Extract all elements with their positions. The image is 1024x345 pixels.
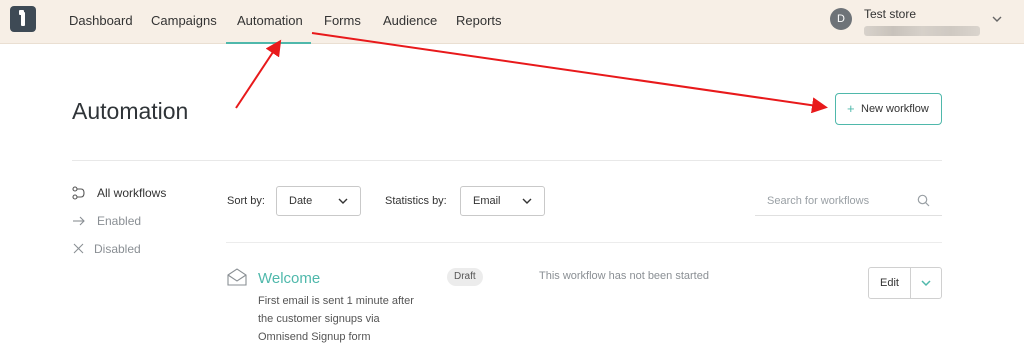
nav-reports[interactable]: Reports bbox=[456, 13, 502, 28]
sidebar-item-label: Enabled bbox=[97, 214, 142, 228]
workflow-name-link[interactable]: Welcome bbox=[258, 270, 320, 287]
sidebar-item-label: All workflows bbox=[97, 186, 167, 200]
redacted-store-url bbox=[864, 26, 980, 36]
sort-label: Sort by: bbox=[227, 195, 265, 207]
search-input[interactable] bbox=[755, 192, 905, 210]
search-icon[interactable] bbox=[917, 194, 930, 207]
sort-select[interactable]: Date bbox=[276, 186, 361, 216]
sort-value: Date bbox=[289, 195, 313, 207]
chevron-down-icon bbox=[921, 280, 931, 287]
list-divider bbox=[226, 242, 942, 243]
annotation-arrow-to-new-workflow bbox=[311, 32, 828, 114]
nav-audience[interactable]: Audience bbox=[383, 13, 437, 28]
workflow-status-text: This workflow has not been started bbox=[539, 270, 709, 282]
edit-button-group: Edit bbox=[868, 267, 942, 299]
new-workflow-label: New workflow bbox=[861, 103, 929, 115]
statistics-label: Statistics by: bbox=[385, 195, 447, 207]
edit-dropdown-toggle[interactable] bbox=[911, 268, 941, 298]
nav-dashboard[interactable]: Dashboard bbox=[69, 13, 133, 28]
workflow-icon bbox=[72, 186, 85, 200]
chevron-down-icon[interactable] bbox=[992, 14, 1002, 24]
arrow-right-icon bbox=[73, 216, 85, 226]
statistics-select[interactable]: Email bbox=[460, 186, 545, 216]
envelope-icon bbox=[227, 268, 247, 286]
annotation-arrow-to-automation-tab bbox=[235, 39, 282, 109]
edit-button[interactable]: Edit bbox=[869, 268, 911, 298]
nav-campaigns[interactable]: Campaigns bbox=[151, 13, 217, 28]
statistics-value: Email bbox=[473, 195, 501, 207]
chevron-down-icon bbox=[522, 198, 532, 204]
page-title: Automation bbox=[72, 98, 189, 124]
store-name[interactable]: Test store bbox=[864, 7, 916, 21]
chevron-down-icon bbox=[338, 198, 348, 204]
avatar[interactable]: D bbox=[830, 8, 852, 30]
active-tab-indicator bbox=[226, 42, 311, 44]
status-badge: Draft bbox=[447, 268, 483, 286]
workflow-search bbox=[755, 186, 942, 216]
new-workflow-button[interactable]: + New workflow bbox=[835, 93, 942, 125]
workflow-description: First email is sent 1 minute after the c… bbox=[258, 295, 414, 343]
header-divider bbox=[72, 160, 942, 161]
sidebar-item-label: Disabled bbox=[94, 242, 141, 256]
omnisend-logo-icon[interactable] bbox=[10, 6, 36, 32]
top-navigation-bar: Dashboard Campaigns Automation Forms Aud… bbox=[0, 0, 1024, 44]
nav-automation[interactable]: Automation bbox=[237, 13, 303, 28]
x-icon bbox=[73, 243, 84, 254]
nav-forms[interactable]: Forms bbox=[324, 13, 361, 28]
plus-icon: + bbox=[847, 101, 855, 116]
